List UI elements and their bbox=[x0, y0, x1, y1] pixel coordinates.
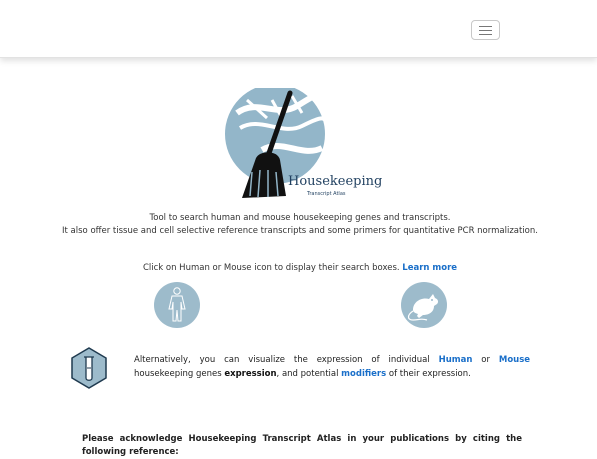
alternative-text-3: , and potential bbox=[276, 369, 339, 379]
alternative-or: or bbox=[481, 355, 490, 365]
mouse-link[interactable]: Mouse bbox=[499, 355, 530, 365]
alternative-text-2: housekeeping genes bbox=[134, 369, 222, 379]
alternative-text-1: Alternatively, you can visualize the exp… bbox=[134, 355, 430, 365]
logo-subtitle: Transcript Atlas bbox=[307, 191, 346, 197]
mouse-icon[interactable] bbox=[401, 282, 447, 328]
top-navbar bbox=[0, 0, 597, 58]
intro-text: Tool to search human and mouse housekeep… bbox=[60, 212, 540, 238]
modifiers-link[interactable]: modifiers bbox=[341, 369, 386, 379]
intro-line-2: It also offer tissue and cell selective … bbox=[62, 226, 538, 236]
click-instruction: Click on Human or Mouse icon to display … bbox=[60, 263, 540, 273]
acknowledge-text: Please acknowledge Housekeeping Transcri… bbox=[82, 434, 522, 457]
expression-term: expression bbox=[224, 369, 277, 379]
test-tube-hexagon-icon[interactable] bbox=[70, 347, 108, 389]
human-body-icon[interactable] bbox=[154, 282, 200, 328]
alternative-text-4: of their expression. bbox=[388, 369, 471, 379]
human-link[interactable]: Human bbox=[439, 355, 473, 365]
hamburger-menu-icon[interactable] bbox=[471, 20, 500, 40]
intro-line-1: Tool to search human and mouse housekeep… bbox=[149, 213, 451, 223]
logo-title: Housekeeping bbox=[288, 174, 383, 189]
learn-more-link[interactable]: Learn more bbox=[402, 263, 457, 273]
housekeeping-logo: Housekeeping Transcript Atlas bbox=[222, 88, 384, 200]
alternative-paragraph: Alternatively, you can visualize the exp… bbox=[134, 353, 530, 381]
click-instruction-text: Click on Human or Mouse icon to display … bbox=[142, 263, 400, 273]
